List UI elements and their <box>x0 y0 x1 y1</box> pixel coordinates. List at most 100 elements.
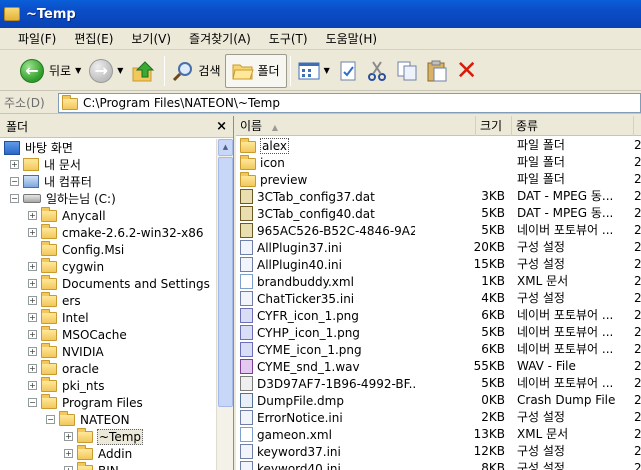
file-row[interactable]: AllPlugin37.ini 20KB 구성 설정 2 <box>236 239 641 256</box>
file-row[interactable]: AllPlugin40.ini 15KB 구성 설정 2 <box>236 256 641 273</box>
collapse-icon[interactable]: − <box>10 177 19 186</box>
back-dropdown-icon[interactable]: ▼ <box>75 66 81 75</box>
menu-help[interactable]: 도움말(H) <box>318 28 388 50</box>
tree-item[interactable]: + Documents and Settings <box>28 274 211 292</box>
file-row[interactable]: ErrorNotice.ini 2KB 구성 설정 2 <box>236 409 641 426</box>
file-size: 0KB <box>481 393 505 407</box>
tree-item[interactable]: + ~Temp <box>64 427 144 445</box>
tree-item[interactable]: + 내 문서 <box>10 156 82 173</box>
views-button[interactable]: ▼ <box>294 54 334 88</box>
tree-item[interactable]: − NATEON <box>46 410 131 428</box>
expand-icon[interactable]: + <box>28 262 37 271</box>
file-row[interactable]: DumpFile.dmp 0KB Crash Dump File 2 <box>236 392 641 409</box>
back-button[interactable]: ← 뒤로 ▼ <box>16 54 85 88</box>
expand-icon[interactable]: + <box>28 330 37 339</box>
tree-item[interactable]: + MSOCache <box>28 325 128 343</box>
menu-edit[interactable]: 편집(E) <box>66 28 123 50</box>
file-row[interactable]: CYFR_icon_1.png 6KB 네이버 포토뷰어 ... 2 <box>236 307 641 324</box>
file-row[interactable]: keyword40.ini 8KB 구성 설정 2 <box>236 460 641 470</box>
tree-item[interactable]: − 일하는님 (C:) <box>10 190 117 207</box>
delete-button[interactable]: ✕ <box>452 54 482 88</box>
tree-item[interactable]: + pki_nts <box>28 376 105 394</box>
column-header-type[interactable]: 종류 <box>512 116 634 136</box>
file-row[interactable]: keyword37.ini 12KB 구성 설정 2 <box>236 443 641 460</box>
back-arrow-icon: ← <box>20 58 44 83</box>
file-row[interactable]: alex 파일 폴더 2 <box>236 137 641 154</box>
file-name-cell: gameon.xml <box>240 426 415 443</box>
expand-icon[interactable]: + <box>64 449 73 458</box>
file-size: 5KB <box>481 376 505 390</box>
tree-item[interactable]: + ers <box>28 291 82 309</box>
file-row[interactable]: brandbuddy.xml 1KB XML 문서 2 <box>236 273 641 290</box>
menu-view[interactable]: 보기(V) <box>123 28 181 50</box>
forward-button[interactable]: → ▼ <box>85 54 127 88</box>
cut-button[interactable] <box>362 54 392 88</box>
column-header-size[interactable]: 크기 <box>476 116 512 136</box>
paste-button[interactable] <box>422 54 452 88</box>
tree-item-label: oracle <box>62 361 99 376</box>
expand-icon[interactable]: + <box>28 381 37 390</box>
tree-item[interactable]: 바탕 화면 <box>4 139 74 156</box>
folder-pane-scrollbar[interactable]: ▲ <box>216 139 233 470</box>
file-row[interactable]: D3D97AF7-1B96-4992-BF... 5KB 네이버 포토뷰어 ... 2 <box>236 375 641 392</box>
scroll-thumb[interactable] <box>218 157 233 407</box>
tree-item[interactable]: + Addin <box>64 444 133 462</box>
folders-label: 폴더 <box>257 64 280 78</box>
file-size: 12KB <box>473 444 505 458</box>
expand-icon[interactable]: + <box>10 160 19 169</box>
menu-favorites[interactable]: 즐겨찾기(A) <box>181 28 261 50</box>
column-type-label: 종류 <box>516 119 539 133</box>
file-row[interactable]: gameon.xml 13KB XML 문서 2 <box>236 426 641 443</box>
file-row[interactable]: preview 파일 폴더 2 <box>236 171 641 188</box>
collapse-icon[interactable]: − <box>10 194 19 203</box>
scroll-up-arrow-icon[interactable]: ▲ <box>218 139 233 156</box>
file-row[interactable]: 3CTab_config37.dat 3KB DAT - MPEG 동... 2 <box>236 188 641 205</box>
file-name-cell: D3D97AF7-1B96-4992-BF... <box>240 375 415 392</box>
tree-item[interactable]: Config.Msi <box>28 240 125 258</box>
file-row[interactable]: ChatTicker35.ini 4KB 구성 설정 2 <box>236 290 641 307</box>
expand-icon[interactable]: + <box>28 364 37 373</box>
tree-item[interactable]: + cmake-2.6.2-win32-x86 <box>28 223 204 241</box>
properties-button[interactable] <box>334 54 362 88</box>
file-row[interactable]: 3CTab_config40.dat 5KB DAT - MPEG 동... 2 <box>236 205 641 222</box>
copy-button[interactable] <box>392 54 422 88</box>
tree-item[interactable]: − Program Files <box>28 393 144 411</box>
tree-item[interactable]: + NVIDIA <box>28 342 105 360</box>
file-row[interactable]: CYME_icon_1.png 6KB 네이버 포토뷰어 ... 2 <box>236 341 641 358</box>
expand-icon[interactable]: + <box>28 228 37 237</box>
file-row[interactable]: icon 파일 폴더 2 <box>236 154 641 171</box>
tree-item-label: 바탕 화면 <box>25 141 73 155</box>
file-row[interactable]: CYHP_icon_1.png 5KB 네이버 포토뷰어 ... 2 <box>236 324 641 341</box>
menu-tools[interactable]: 도구(T) <box>261 28 318 50</box>
address-input[interactable]: C:\Program Files\NATEON\~Temp <box>58 93 641 113</box>
file-row[interactable]: CYME_snd_1.wav 55KB WAV - File 2 <box>236 358 641 375</box>
tree-item[interactable]: + Intel <box>28 308 90 326</box>
search-button[interactable]: 검색 <box>168 54 224 88</box>
expand-icon[interactable]: + <box>28 279 37 288</box>
expand-icon[interactable]: + <box>28 347 37 356</box>
collapse-icon[interactable]: − <box>46 415 55 424</box>
column-header-name[interactable]: 이름 ▲ <box>236 116 476 136</box>
up-folder-button[interactable] <box>127 54 161 88</box>
png-file-icon <box>240 325 253 340</box>
expand-icon[interactable]: + <box>28 211 37 220</box>
tree-item[interactable]: + oracle <box>28 359 100 377</box>
file-size: 5KB <box>481 206 505 220</box>
tree-item[interactable]: − 내 컴퓨터 <box>10 173 93 190</box>
expand-icon[interactable]: + <box>28 313 37 322</box>
file-name-cell: DumpFile.dmp <box>240 392 415 409</box>
expand-icon[interactable]: + <box>28 296 37 305</box>
views-dropdown-icon[interactable]: ▼ <box>324 66 330 75</box>
file-row[interactable]: 965AC526-B52C-4846-9A2... 5KB 네이버 포토뷰어 ...… <box>236 222 641 239</box>
tree-item[interactable]: + BIN <box>64 461 120 470</box>
tree-item[interactable]: + Anycall <box>28 206 107 224</box>
expand-icon[interactable]: + <box>64 432 73 441</box>
collapse-icon[interactable]: − <box>28 398 37 407</box>
menu-file[interactable]: 파일(F) <box>10 28 66 50</box>
folder-pane-close-button[interactable]: × <box>216 119 227 134</box>
expand-icon[interactable]: + <box>64 466 73 470</box>
tree-item-label: Intel <box>62 310 89 325</box>
folders-button[interactable]: 폴더 <box>224 53 287 88</box>
tree-item[interactable]: + cygwin <box>28 257 105 275</box>
forward-dropdown-icon[interactable]: ▼ <box>117 66 123 75</box>
